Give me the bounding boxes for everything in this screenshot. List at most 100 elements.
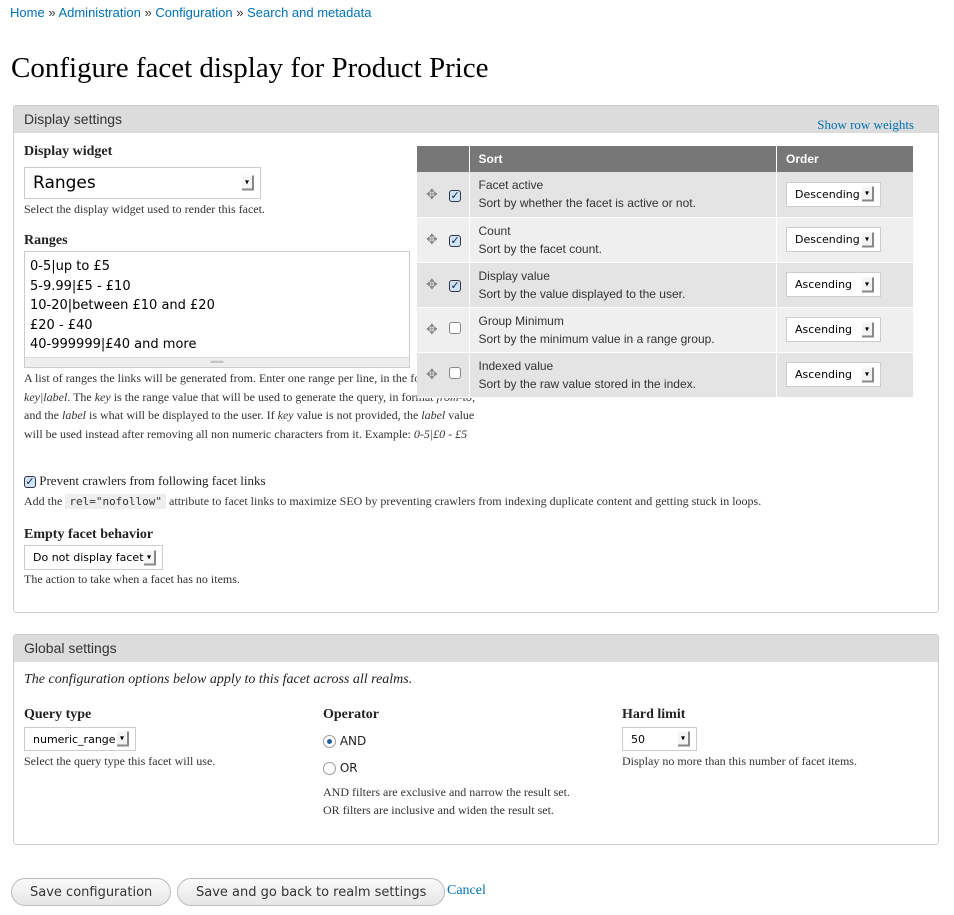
hard-limit-desc: Display no more than this number of face… <box>622 754 857 768</box>
drag-handle-icon[interactable]: ✥ <box>426 276 438 292</box>
chevron-down-icon: ▾ <box>242 175 254 191</box>
sort-name: Facet active <box>478 178 544 193</box>
chevron-down-icon: ▾ <box>862 277 874 292</box>
operator-or-label: OR <box>339 761 358 775</box>
ranges-label: Ranges <box>24 233 68 248</box>
textarea-resize-grippie[interactable]: ═══ <box>25 357 409 367</box>
breadcrumb-home[interactable]: Home <box>10 5 45 20</box>
global-intro: The configuration options below apply to… <box>24 672 413 687</box>
chevron-down-icon: ▾ <box>144 550 156 565</box>
hard-limit-value: 50 <box>631 732 645 746</box>
save-configuration-button[interactable]: Save configuration <box>11 878 172 906</box>
empty-behavior-value: Do not display facet <box>33 551 144 564</box>
show-row-weights-link[interactable]: Show row weights <box>817 117 914 133</box>
query-type-value: numeric_range <box>33 732 116 746</box>
hard-limit-select[interactable]: 50 ▾ <box>622 727 697 751</box>
hard-limit-label: Hard limit <box>622 707 686 722</box>
display-widget-select[interactable]: Ranges ▾ <box>24 167 261 199</box>
range-line: 5-9.99|£5 - £10 <box>30 278 131 294</box>
nofollow-desc: Add the rel="nofollow" attribute to face… <box>24 494 762 509</box>
save-and-back-button[interactable]: Save and go back to realm settings <box>177 878 446 906</box>
sort-row: ✥ ✓ Facet active Sort by whether the face… <box>417 172 914 218</box>
drag-header <box>417 146 470 172</box>
sort-name: Group Minimum <box>478 313 564 328</box>
query-type-label: Query type <box>24 707 92 722</box>
sort-row: ✥ ✓ Display value Sort by the value displ… <box>417 262 914 308</box>
sort-name: Display value <box>478 268 550 283</box>
query-type-desc: Select the query type this facet will us… <box>24 754 216 768</box>
sort-order-select[interactable]: Descending ▾ <box>786 181 881 207</box>
display-settings-fieldset: Display settings Show row weights Displa… <box>13 105 939 613</box>
sort-order-value: Ascending <box>795 323 853 336</box>
nofollow-label: Prevent crawlers from following facet li… <box>39 473 266 488</box>
display-widget-desc: Select the display widget used to render… <box>24 202 265 216</box>
range-line: 10-20|between £10 and £20 <box>30 298 215 313</box>
query-type-select[interactable]: numeric_range ▾ <box>24 727 136 751</box>
sort-name: Count <box>478 223 511 238</box>
breadcrumb-configuration[interactable]: Configuration <box>155 5 232 20</box>
breadcrumb: Home » Administration » Configuration » … <box>10 5 371 20</box>
sort-order-select[interactable]: Ascending ▾ <box>786 317 881 342</box>
breadcrumb-separator: » <box>236 5 244 20</box>
ranges-textarea[interactable]: 0-5|up to £5 5-9.99|£5 - £10 10-20|betwe… <box>24 251 410 368</box>
sort-enabled-checkbox[interactable] <box>449 322 462 334</box>
sort-order-value: Ascending <box>795 368 853 381</box>
range-line: 40-999999|£40 and more <box>30 337 197 352</box>
sort-desc: Sort by the raw value stored in the inde… <box>478 376 696 391</box>
sort-order-value: Ascending <box>795 278 853 291</box>
global-settings-legend: Global settings <box>14 635 938 662</box>
radio-and[interactable] <box>323 735 336 748</box>
sort-enabled-checkbox[interactable] <box>449 367 462 379</box>
breadcrumb-separator: » <box>48 5 56 20</box>
sort-order-select[interactable]: Ascending ▾ <box>786 272 881 297</box>
drag-handle-icon[interactable]: ✥ <box>426 186 438 202</box>
sort-order-value: Descending <box>795 233 860 246</box>
ranges-desc: A list of ranges the links will be gener… <box>24 371 475 441</box>
sort-name: Indexed value <box>478 358 554 373</box>
breadcrumb-search-metadata[interactable]: Search and metadata <box>247 5 371 20</box>
sort-header: Sort <box>469 146 777 172</box>
breadcrumb-administration[interactable]: Administration <box>58 5 140 20</box>
sort-row: ✥ ✓ Count Sort by the facet count. Descen… <box>417 217 914 263</box>
range-line: £20 - £40 <box>30 317 93 333</box>
sort-desc: Sort by the minimum value in a range gro… <box>478 331 715 346</box>
nofollow-code: rel="nofollow" <box>65 494 167 509</box>
chevron-down-icon: ▾ <box>862 232 874 247</box>
chevron-down-icon: ▾ <box>862 322 874 337</box>
operator-desc-or: OR filters are inclusive and widen the r… <box>323 803 554 817</box>
sort-enabled-checkbox[interactable]: ✓ <box>449 280 462 292</box>
operator-and-option[interactable]: AND <box>323 734 366 748</box>
breadcrumb-separator: » <box>144 5 152 20</box>
cancel-link[interactable]: Cancel <box>447 883 486 899</box>
page-title: Configure facet display for Product Pric… <box>11 52 489 84</box>
drag-handle-icon[interactable]: ✥ <box>426 366 438 382</box>
drag-handle-icon[interactable]: ✥ <box>426 231 438 247</box>
chevron-down-icon: ▾ <box>678 731 690 747</box>
sort-order-select[interactable]: Descending ▾ <box>786 227 881 252</box>
display-widget-value: Ranges <box>33 173 96 193</box>
sort-desc: Sort by the value displayed to the user. <box>478 286 686 301</box>
sort-enabled-checkbox[interactable]: ✓ <box>449 189 462 202</box>
empty-behavior-select[interactable]: Do not display facet ▾ <box>24 545 163 570</box>
range-line: 0-5|up to £5 <box>30 259 110 274</box>
empty-behavior-label: Empty facet behavior <box>24 527 154 542</box>
sort-order-value: Descending <box>795 187 860 201</box>
sort-desc: Sort by the facet count. <box>478 241 602 256</box>
global-settings-fieldset: Global settings The configuration option… <box>13 634 939 845</box>
nofollow-checkbox-row[interactable]: ✓ Prevent crawlers from following facet … <box>24 473 266 489</box>
operator-and-label: AND <box>339 734 367 748</box>
sort-enabled-checkbox[interactable]: ✓ <box>449 235 462 247</box>
radio-or[interactable] <box>323 762 336 775</box>
chevron-down-icon: ▾ <box>862 186 874 202</box>
drag-handle-icon[interactable]: ✥ <box>426 321 438 337</box>
display-widget-label: Display widget <box>24 144 113 159</box>
order-header: Order <box>776 146 914 172</box>
nofollow-checkbox[interactable]: ✓ <box>24 476 36 488</box>
sort-desc: Sort by whether the facet is active or n… <box>478 196 696 211</box>
operator-desc-and: AND filters are exclusive and narrow the… <box>323 785 570 799</box>
chevron-down-icon: ▾ <box>862 367 874 382</box>
operator-or-option[interactable]: OR <box>323 761 358 775</box>
sort-order-select[interactable]: Ascending ▾ <box>786 362 881 387</box>
sort-row: ✥ Group Minimum Sort by the minimum value… <box>417 307 914 353</box>
chevron-down-icon: ▾ <box>117 731 129 747</box>
